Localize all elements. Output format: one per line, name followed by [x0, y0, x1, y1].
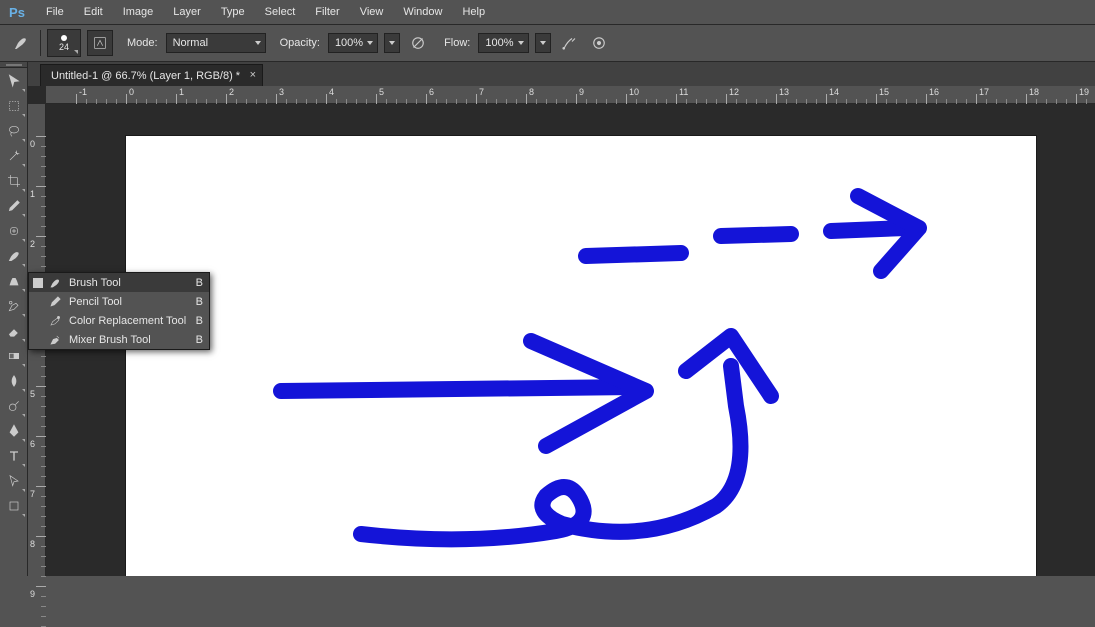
document-tab[interactable]: Untitled-1 @ 66.7% (Layer 1, RGB/8) * ×	[40, 64, 263, 86]
brush-tool[interactable]	[2, 244, 26, 268]
eraser-tool[interactable]	[2, 319, 26, 343]
type-tool[interactable]	[2, 444, 26, 468]
menu-help[interactable]: Help	[452, 6, 495, 18]
clone-stamp-tool[interactable]	[2, 269, 26, 293]
opacity-dropdown[interactable]	[384, 33, 400, 53]
brush-panel-toggle[interactable]	[87, 30, 113, 56]
flow-label: Flow:	[444, 37, 470, 49]
flyout-item-label: Color Replacement Tool	[69, 315, 196, 327]
app-logo: Ps	[6, 4, 28, 20]
menu-type[interactable]: Type	[211, 6, 255, 18]
pencil-icon	[47, 294, 63, 310]
pen-tool[interactable]	[2, 419, 26, 443]
mixer-brush-icon	[47, 332, 63, 348]
flyout-item-label: Mixer Brush Tool	[69, 334, 196, 346]
flyout-item-shortcut: B	[196, 277, 203, 289]
flyout-item-label: Brush Tool	[69, 277, 196, 289]
shape-tool[interactable]	[2, 494, 26, 518]
lasso-tool[interactable]	[2, 119, 26, 143]
dodge-tool[interactable]	[2, 394, 26, 418]
canvas[interactable]	[126, 136, 1036, 576]
mode-select[interactable]: Normal	[166, 33, 266, 53]
close-icon[interactable]: ×	[250, 69, 256, 81]
flyout-item-pencil[interactable]: Pencil Tool B	[29, 292, 209, 311]
menu-edit[interactable]: Edit	[74, 6, 113, 18]
opacity-field[interactable]: 100%	[328, 33, 378, 53]
mode-value: Normal	[173, 37, 208, 49]
flyout-item-mixer-brush[interactable]: Mixer Brush Tool B	[29, 330, 209, 349]
healing-brush-tool[interactable]	[2, 219, 26, 243]
flow-value: 100%	[485, 37, 513, 49]
blur-tool[interactable]	[2, 369, 26, 393]
menu-layer[interactable]: Layer	[163, 6, 211, 18]
document-tab-bar: Untitled-1 @ 66.7% (Layer 1, RGB/8) * ×	[28, 62, 1095, 86]
flow-field[interactable]: 100%	[478, 33, 528, 53]
document-tab-title: Untitled-1 @ 66.7% (Layer 1, RGB/8) *	[51, 70, 240, 82]
brush-dot-icon	[61, 35, 67, 41]
color-replacement-icon	[47, 313, 63, 329]
path-selection-tool[interactable]	[2, 469, 26, 493]
airbrush-icon[interactable]	[557, 31, 581, 55]
flyout-item-shortcut: B	[196, 315, 203, 327]
flyout-item-color-replacement[interactable]: Color Replacement Tool B	[29, 311, 209, 330]
flyout-item-label: Pencil Tool	[69, 296, 196, 308]
menu-image[interactable]: Image	[113, 6, 164, 18]
options-bar: 24 Mode: Normal Opacity: 100% Flow: 100%	[0, 24, 1095, 62]
flow-dropdown[interactable]	[535, 33, 551, 53]
toolbar-grip[interactable]	[0, 62, 27, 68]
flyout-item-shortcut: B	[196, 334, 203, 346]
menu-select[interactable]: Select	[255, 6, 306, 18]
marquee-tool[interactable]	[2, 94, 26, 118]
flyout-item-brush[interactable]: Brush Tool B	[29, 273, 209, 292]
menu-file[interactable]: File	[36, 6, 74, 18]
history-brush-tool[interactable]	[2, 294, 26, 318]
eyedropper-tool[interactable]	[2, 194, 26, 218]
opacity-label: Opacity:	[280, 37, 320, 49]
mode-label: Mode:	[127, 37, 158, 49]
selected-marker-icon	[33, 278, 43, 288]
opacity-value: 100%	[335, 37, 363, 49]
brush-preset-picker[interactable]: 24	[47, 29, 81, 57]
menu-bar: Ps File Edit Image Layer Type Select Fil…	[0, 0, 1095, 24]
pressure-size-icon[interactable]	[587, 31, 611, 55]
flyout-item-shortcut: B	[196, 296, 203, 308]
pressure-opacity-icon[interactable]	[406, 31, 430, 55]
tools-panel	[0, 62, 28, 576]
brush-icon	[47, 275, 63, 291]
menu-view[interactable]: View	[350, 6, 394, 18]
current-tool-icon[interactable]	[8, 30, 34, 56]
gradient-tool[interactable]	[2, 344, 26, 368]
menu-filter[interactable]: Filter	[305, 6, 349, 18]
brush-tool-flyout: Brush Tool B Pencil Tool B Color Replace…	[28, 272, 210, 350]
menu-window[interactable]: Window	[393, 6, 452, 18]
brush-size-value: 24	[59, 42, 69, 52]
move-tool[interactable]	[2, 69, 26, 93]
crop-tool[interactable]	[2, 169, 26, 193]
horizontal-ruler: -1012345678910111213141516171819	[46, 86, 1095, 104]
magic-wand-tool[interactable]	[2, 144, 26, 168]
